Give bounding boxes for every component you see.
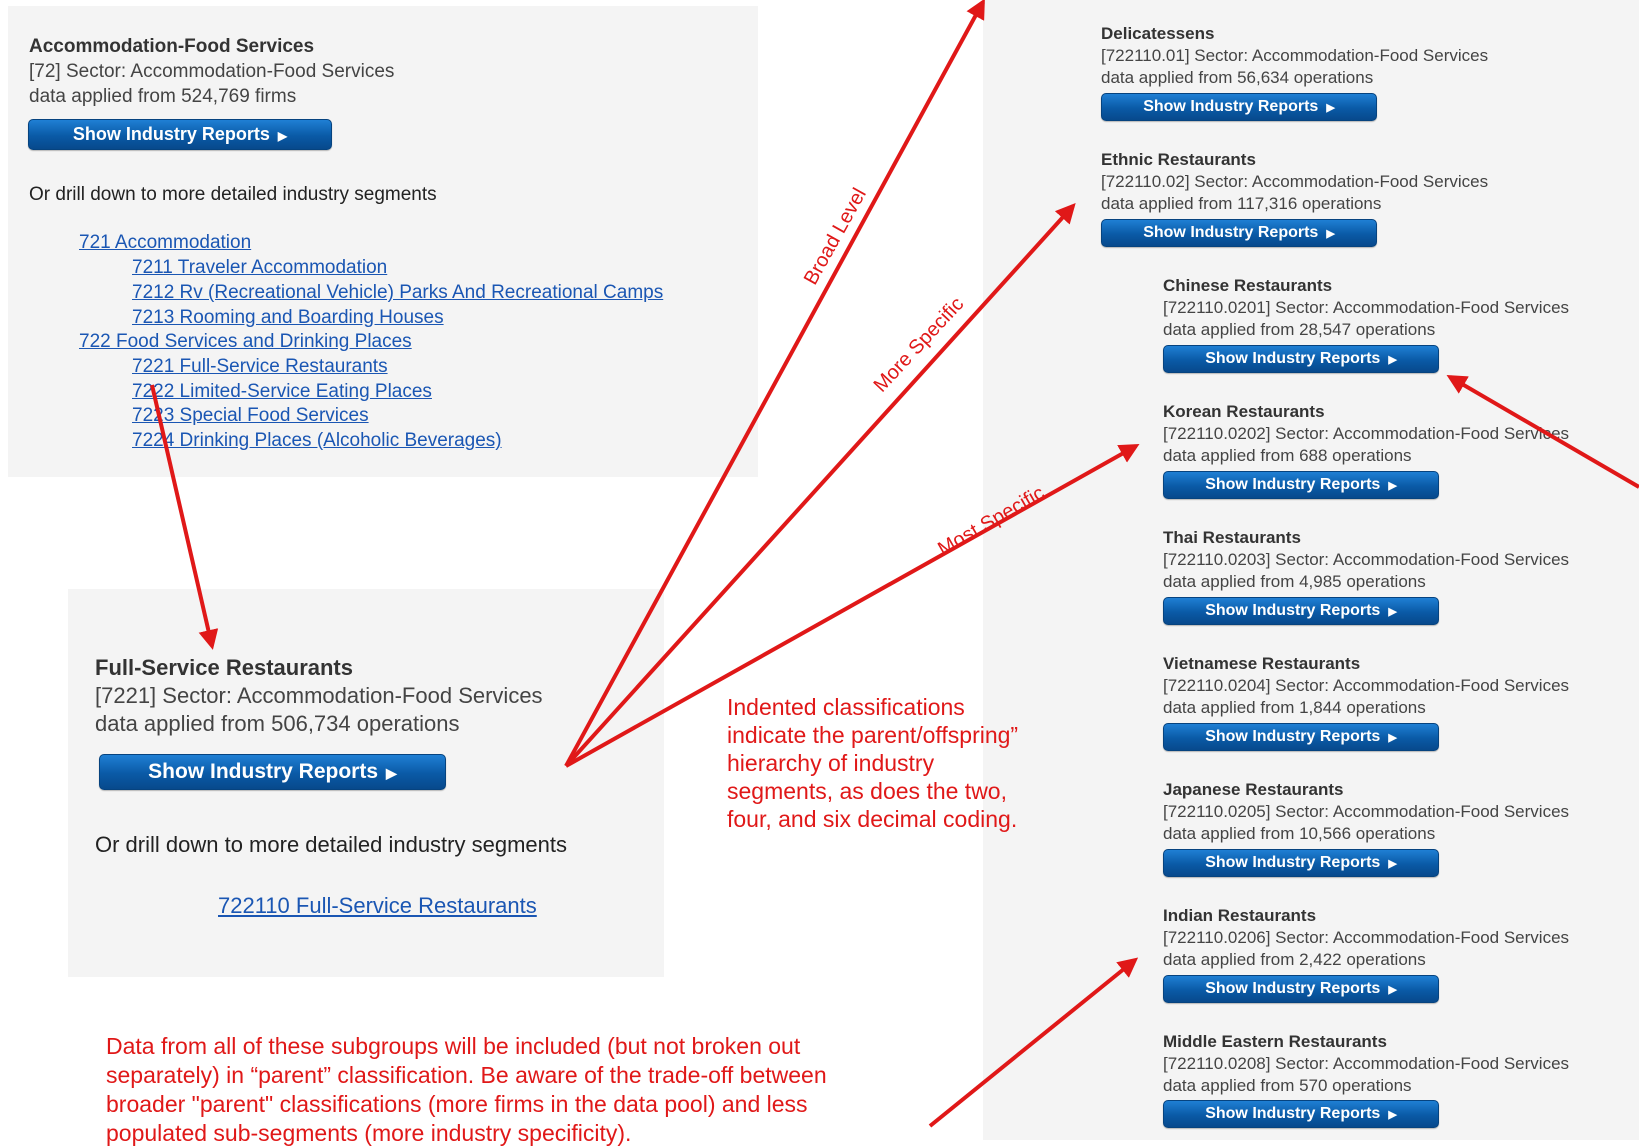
note-line: Indented classifications	[727, 694, 965, 720]
note-line: segments, as does the two,	[727, 778, 1007, 804]
note-line: populated sub-segments (more industry sp…	[106, 1120, 632, 1146]
hierarchy-note: Indented classifications indicate the pa…	[727, 693, 1018, 833]
note-line: Data from all of these subgroups will be…	[106, 1033, 801, 1059]
arrow-to-indian	[928, 957, 1139, 1128]
note-line: indicate the parent/offspring”	[727, 722, 1019, 748]
note-line: four, and six decimal coding.	[727, 806, 1018, 832]
note-line: separately) in “parent” classification. …	[106, 1062, 827, 1088]
arrow-to-chinese-button	[1446, 374, 1639, 489]
arrow-more-specific	[564, 203, 1076, 768]
bottom-note: Data from all of these subgroups will be…	[106, 1032, 827, 1148]
note-line: broader "parent" classifications (more f…	[106, 1091, 808, 1117]
arrow-to-full-service	[150, 384, 219, 650]
annotation-arrows	[150, 0, 1639, 1128]
note-line: hierarchy of industry	[727, 750, 935, 776]
arrow-broad-level	[564, 0, 985, 767]
